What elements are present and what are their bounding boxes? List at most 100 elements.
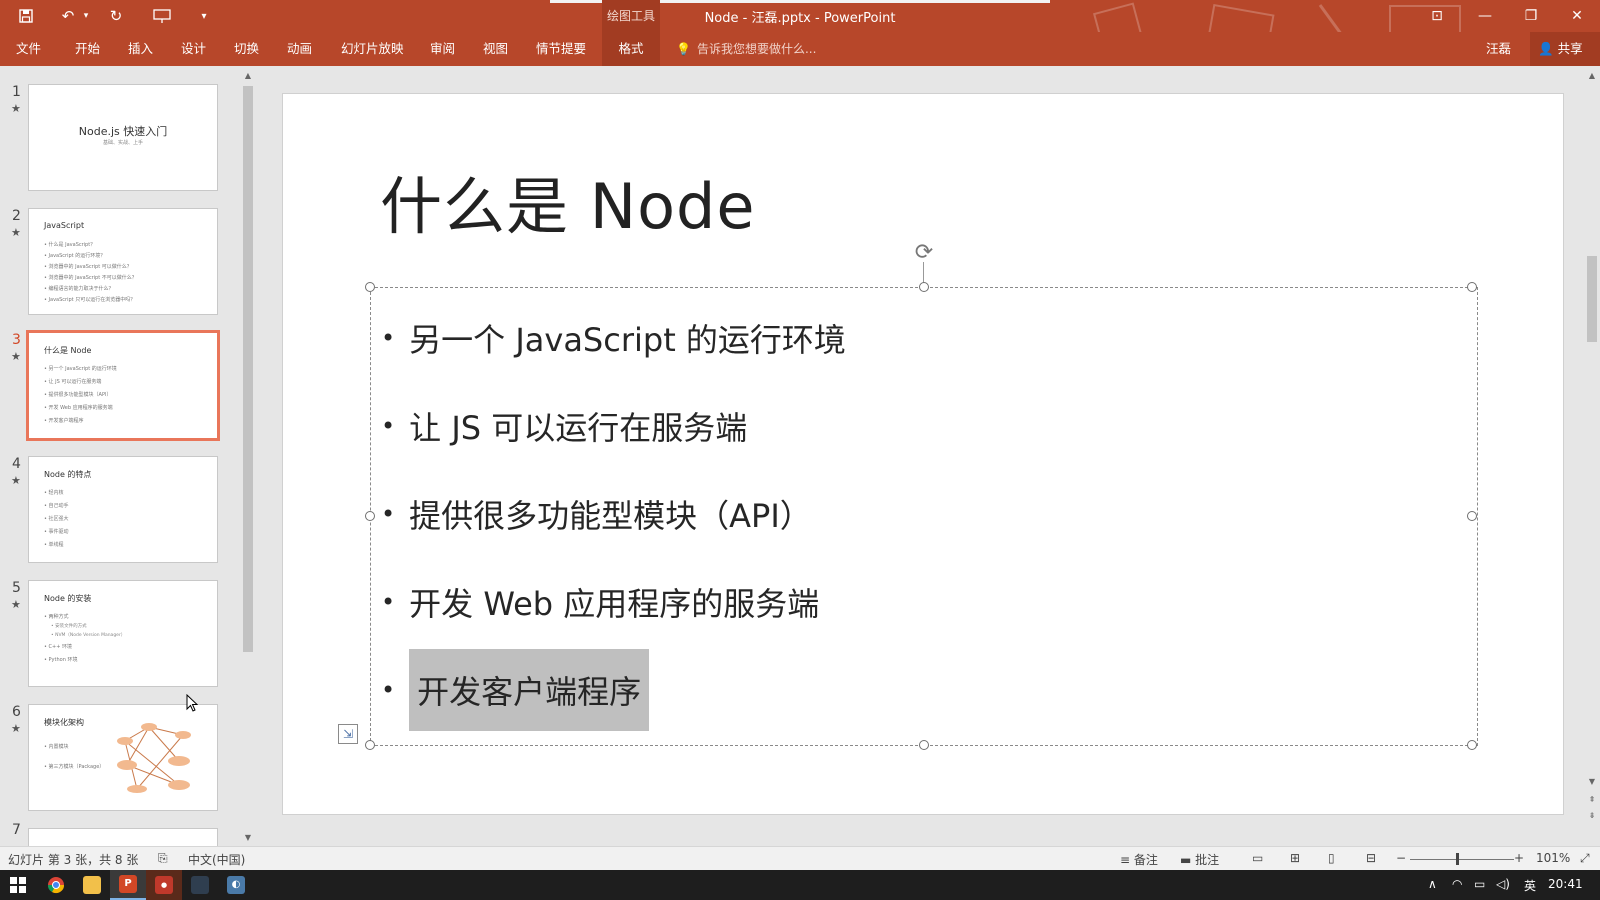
file-explorer-app[interactable] xyxy=(74,870,110,900)
editor-scroll-thumb[interactable] xyxy=(1587,256,1597,342)
recorder-app[interactable]: ● xyxy=(146,870,182,900)
thumbnail-bullet: • 单线程 xyxy=(44,542,64,548)
zoom-out-icon[interactable]: − xyxy=(1396,851,1406,865)
tab-transitions[interactable]: 切换 xyxy=(230,32,263,66)
powerpoint-app[interactable]: P xyxy=(110,870,146,900)
bullet-item-selected[interactable]: • 开发客户端程序 xyxy=(381,649,650,731)
share-button[interactable]: 👤 共享 xyxy=(1530,32,1600,66)
bullet-item[interactable]: • 让 JS 可以运行在服务端 xyxy=(381,396,747,456)
thumbnail-number: 1 xyxy=(12,84,21,100)
thumbnail-number: 2 xyxy=(12,208,21,224)
resize-handle-s[interactable] xyxy=(919,740,929,750)
normal-view-icon[interactable]: ▭ xyxy=(1252,851,1263,865)
bullet-item[interactable]: • 开发 Web 应用程序的服务端 xyxy=(381,572,819,632)
thumbnail-preview[interactable]: JavaScript • 什么是 JavaScript？ • JavaScrip… xyxy=(28,208,218,315)
tab-file[interactable]: 文件 xyxy=(12,32,45,66)
thumbnail-preview[interactable]: Node 的安装 • 两种方式 • 安装文件的方式 • NVM（Node Ver… xyxy=(28,580,218,687)
editor-scroll-up-icon[interactable]: ▲ xyxy=(1584,68,1600,84)
spellcheck-icon[interactable]: ⎘ xyxy=(158,851,168,866)
thumbnail-bullet: • 两种方式 xyxy=(44,614,69,620)
content-placeholder[interactable]: • 另一个 JavaScript 的运行环境 • 让 JS 可以运行在服务端 •… xyxy=(365,282,1478,750)
tray-chevron-icon[interactable]: ∧ xyxy=(1428,877,1437,891)
zoom-level[interactable]: 101% xyxy=(1536,851,1570,865)
volume-icon[interactable]: ◁) xyxy=(1496,877,1510,891)
app-window[interactable] xyxy=(182,870,218,900)
scroll-down-icon[interactable]: ▼ xyxy=(240,830,256,846)
thumbnail-preview[interactable]: Node.js 快速入门 基础、实战、上手 xyxy=(28,84,218,191)
resize-handle-n[interactable] xyxy=(919,282,929,292)
tab-slideshow[interactable]: 幻灯片放映 xyxy=(337,32,408,66)
thumbnail-bullet: • 编程语言的能力取决于什么？ xyxy=(44,286,114,292)
thumbnail-number: 7 xyxy=(12,822,21,838)
ime-indicator[interactable]: 英 xyxy=(1524,877,1536,894)
user-name[interactable]: 汪磊 xyxy=(1486,32,1511,66)
resize-handle-nw[interactable] xyxy=(365,282,375,292)
autofit-options-icon[interactable]: ⇲ xyxy=(338,724,358,744)
tell-me-search[interactable]: 💡 告诉我您想要做什么... xyxy=(676,32,816,66)
zoom-slider[interactable] xyxy=(1410,859,1514,860)
previous-slide-icon[interactable]: ⇞ xyxy=(1584,792,1600,808)
bullet-text: 开发 Web 应用程序的服务端 xyxy=(409,585,820,623)
restore-button[interactable]: ❐ xyxy=(1508,0,1554,32)
tab-insert[interactable]: 插入 xyxy=(124,32,157,66)
tab-design[interactable]: 设计 xyxy=(177,32,210,66)
slide-title[interactable]: 什么是 Node xyxy=(380,156,756,246)
comments-button[interactable]: ▬ 批注 xyxy=(1180,851,1219,868)
thumbnail-bullet: • 事件驱动 xyxy=(44,529,69,535)
resize-handle-e[interactable] xyxy=(1467,511,1477,521)
resize-handle-ne[interactable] xyxy=(1467,282,1477,292)
thumbnail-slide-7[interactable]: 7 xyxy=(0,822,240,846)
close-button[interactable]: ✕ xyxy=(1554,0,1600,32)
ribbon-display-options-icon[interactable]: ⊡ xyxy=(1414,0,1460,32)
window-title: Node - 汪磊.pptx - PowerPoint xyxy=(704,11,896,26)
slide-counter[interactable]: 幻灯片 第 3 张，共 8 张 xyxy=(8,851,138,868)
zoom-slider-thumb[interactable] xyxy=(1456,853,1459,865)
thumbnail-slide-4[interactable]: 4 ★ Node 的特点 • 轻内核 • 自己动手 • 社区强大 • 事件驱动 … xyxy=(0,456,240,566)
thumbnail-slide-5[interactable]: 5 ★ Node 的安装 • 两种方式 • 安装文件的方式 • NVM（Node… xyxy=(0,580,240,690)
next-slide-icon[interactable]: ⇟ xyxy=(1584,808,1600,824)
editor-scroll-down-icon[interactable]: ▼ xyxy=(1584,774,1600,790)
thumbnail-slide-3[interactable]: 3 ★ 什么是 Node • 另一个 JavaScript 的运行环境 • 让 … xyxy=(0,330,240,442)
misc-app[interactable]: ◐ xyxy=(218,870,254,900)
thumbnail-slide-2[interactable]: 2 ★ JavaScript • 什么是 JavaScript？ • JavaS… xyxy=(0,208,240,318)
battery-icon[interactable]: ▭ xyxy=(1474,877,1485,891)
tab-home[interactable]: 开始 xyxy=(71,32,104,66)
resize-handle-se[interactable] xyxy=(1467,740,1477,750)
notes-button[interactable]: ≡ 备注 xyxy=(1120,851,1158,868)
thumbnails-scroll-thumb[interactable] xyxy=(243,86,253,652)
start-button[interactable] xyxy=(0,870,36,900)
tab-review[interactable]: 审阅 xyxy=(426,32,459,66)
tab-view[interactable]: 视图 xyxy=(479,32,512,66)
tab-animations[interactable]: 动画 xyxy=(283,32,316,66)
thumbnail-preview[interactable]: Node 的特点 • 轻内核 • 自己动手 • 社区强大 • 事件驱动 • 单线… xyxy=(28,456,218,563)
thumbnail-bullet: • 浏览器中的 JavaScript 不可以做什么？ xyxy=(44,275,137,281)
tab-storyboarding[interactable]: 情节提要 xyxy=(532,32,590,66)
thumbnail-preview[interactable] xyxy=(28,828,218,846)
window-icon xyxy=(191,876,209,894)
thumbnail-slide-1[interactable]: 1 ★ Node.js 快速入门 基础、实战、上手 xyxy=(0,84,240,194)
editor-scrollbar[interactable] xyxy=(1584,66,1600,846)
network-icon[interactable]: ◠ xyxy=(1452,877,1462,891)
bullet-item[interactable]: • 另一个 JavaScript 的运行环境 xyxy=(381,308,846,368)
reading-view-icon[interactable]: ▯ xyxy=(1328,851,1335,865)
slide-sorter-icon[interactable]: ⊞ xyxy=(1290,851,1300,865)
scroll-up-icon[interactable]: ▲ xyxy=(240,68,256,84)
thumbnail-preview-selected[interactable]: 什么是 Node • 另一个 JavaScript 的运行环境 • 让 JS 可… xyxy=(26,330,220,441)
language-indicator[interactable]: 中文(中国) xyxy=(188,851,245,868)
thumbnail-preview[interactable]: 模块化架构 • 内置模块 • 第三方模块（Package） xyxy=(28,704,218,811)
tab-format[interactable]: 格式 xyxy=(602,32,660,66)
resize-handle-sw[interactable] xyxy=(365,740,375,750)
minimize-button[interactable]: — xyxy=(1462,0,1508,32)
chrome-app[interactable] xyxy=(38,870,74,900)
clock[interactable]: 20:41 xyxy=(1548,877,1583,891)
rotate-handle-icon[interactable]: ⟳ xyxy=(913,242,935,264)
thumbnail-slide-6[interactable]: 6 ★ 模块化架构 • 内置模块 • 第三方模块（Package） xyxy=(0,704,240,814)
bullet-item[interactable]: • 提供很多功能型模块（API） xyxy=(381,484,812,544)
slideshow-view-icon[interactable]: ⊟ xyxy=(1366,851,1376,865)
thumbnail-bullet: • 浏览器中的 JavaScript 可以做什么？ xyxy=(44,264,132,270)
thumbnail-bullet: • 内置模块 xyxy=(44,744,69,750)
zoom-in-icon[interactable]: + xyxy=(1514,851,1524,865)
fit-to-window-icon[interactable]: ⤢ xyxy=(1580,851,1590,866)
resize-handle-w[interactable] xyxy=(365,511,375,521)
slide-canvas[interactable]: 什么是 Node ⟳ • 另一个 JavaScript 的运行环境 • 让 JS… xyxy=(282,93,1564,815)
